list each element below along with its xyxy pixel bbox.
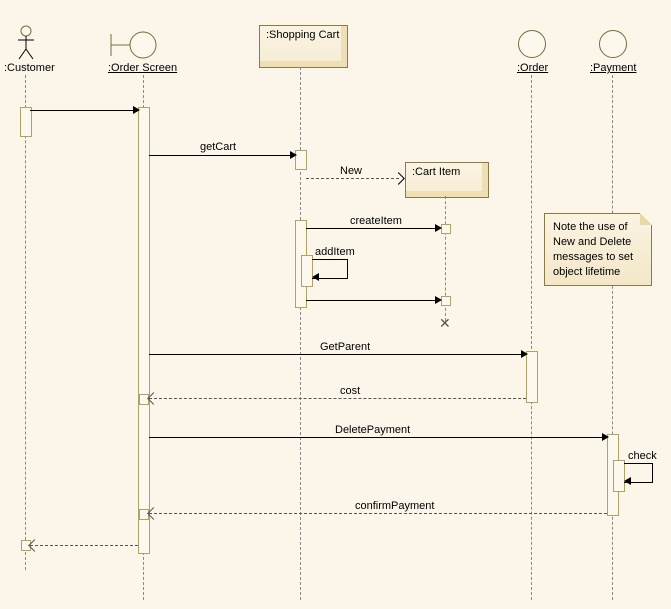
activation-order-screen <box>138 107 150 554</box>
arrowhead-item2 <box>435 296 442 304</box>
label-cost: cost <box>340 385 360 397</box>
arrowhead-1 <box>133 106 140 114</box>
message-createitem <box>306 228 440 229</box>
arrowhead-additem <box>312 273 319 281</box>
arrowhead-createitem <box>435 224 442 232</box>
note-fold-icon <box>640 213 652 225</box>
lifeline-order-label: :Order <box>517 62 548 74</box>
control-order-icon <box>518 30 546 58</box>
activation-cartitem-1 <box>441 224 451 234</box>
message-new <box>306 178 399 179</box>
message-cost <box>149 398 526 399</box>
lifeline-payment <box>612 75 613 600</box>
actor-customer-label: :Customer <box>4 62 55 74</box>
note-text: Note the use of New and Delete messages … <box>553 221 633 278</box>
control-payment-icon <box>599 30 627 58</box>
label-check: check <box>628 450 657 462</box>
arrowhead-getcart <box>290 151 297 159</box>
destroy-cart-item: ✕ <box>439 315 451 332</box>
boundary-order-screen-icon <box>108 30 158 60</box>
lifeline-customer <box>25 75 26 570</box>
message-confirmpayment <box>149 513 607 514</box>
activation-order <box>526 351 538 403</box>
lifeline-order-screen-label: :Order Screen <box>108 62 177 74</box>
arrowhead-new <box>392 172 405 185</box>
label-createitem: createItem <box>350 215 402 227</box>
lifeline-shopping-cart-label: :Shopping Cart <box>259 25 348 68</box>
message-customer-to-orderscreen <box>30 110 138 111</box>
lifeline-order <box>531 75 532 600</box>
arrowhead-check <box>624 477 631 485</box>
actor-customer-icon <box>15 25 37 61</box>
activation-customer-1 <box>20 107 32 137</box>
message-cart-to-item2 <box>306 300 440 301</box>
label-deletepayment: DeletePayment <box>335 424 410 436</box>
label-new: New <box>340 165 362 177</box>
arrowhead-getparent <box>521 350 528 358</box>
note: Note the use of New and Delete messages … <box>544 213 652 286</box>
message-getcart <box>149 155 295 156</box>
label-getparent: GetParent <box>320 341 370 353</box>
label-additem: addItem <box>315 246 355 258</box>
label-getcart: getCart <box>200 141 236 153</box>
lifeline-cart-item-label: :Cart Item <box>405 162 489 198</box>
message-getparent <box>149 354 526 355</box>
activation-cartitem-2 <box>441 296 451 306</box>
message-return-customer <box>30 545 138 546</box>
lifeline-payment-label: :Payment <box>590 62 636 74</box>
message-deletepayment <box>149 437 607 438</box>
label-confirmpayment: confirmPayment <box>355 500 434 512</box>
arrowhead-deletepayment <box>602 433 609 441</box>
lifeline-shopping-cart <box>300 67 301 600</box>
